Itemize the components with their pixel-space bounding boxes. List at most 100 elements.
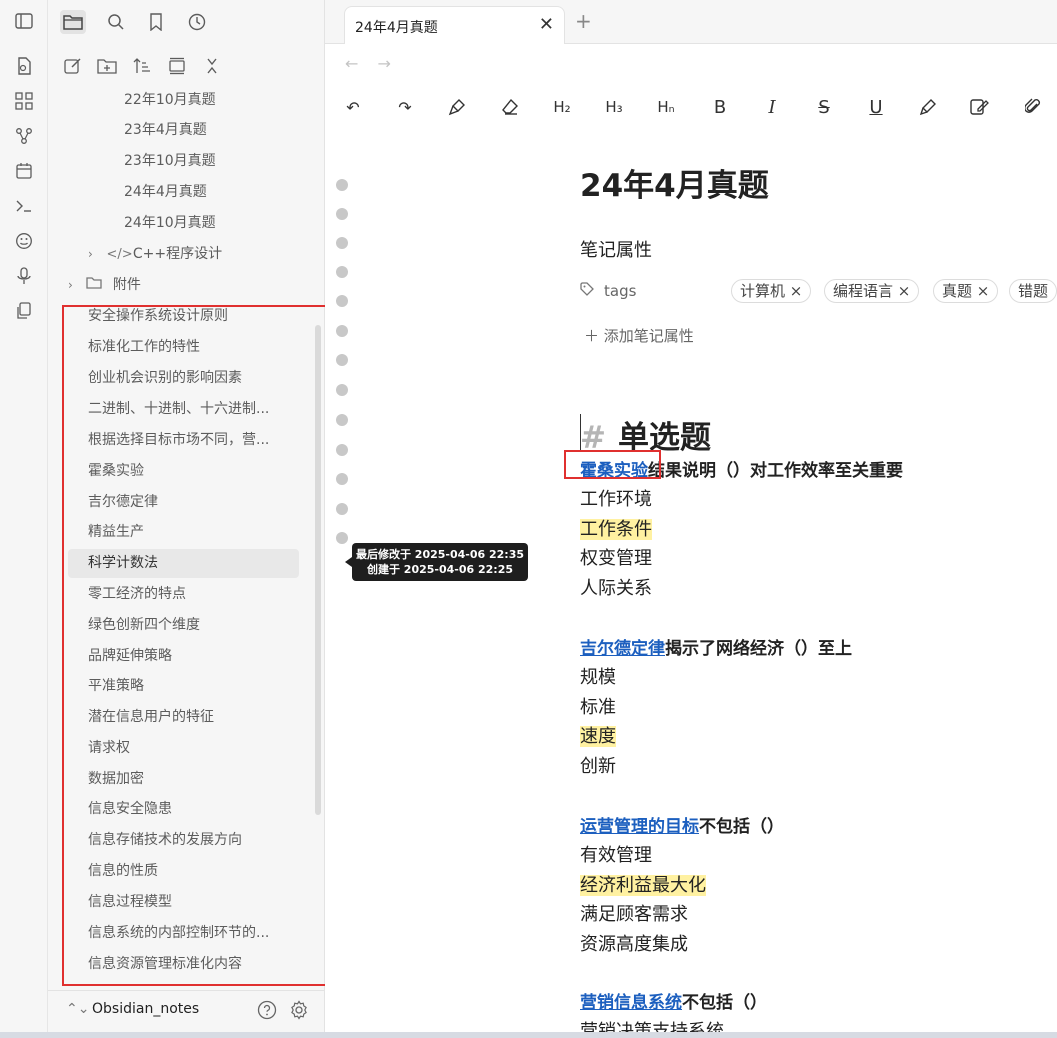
smiley-icon[interactable] — [12, 229, 36, 253]
answer-option[interactable]: 权变管理 — [580, 544, 652, 570]
answer-option[interactable]: 工作条件 — [580, 515, 652, 541]
file-list-item[interactable]: 信息系统的内部控制环节的... — [68, 919, 299, 948]
tree-item[interactable]: 24年10月真题 — [124, 210, 216, 236]
gutter-dot[interactable] — [336, 295, 348, 307]
gutter-dot[interactable] — [336, 325, 348, 337]
gutter-dot[interactable] — [336, 354, 348, 366]
gutter-dot[interactable] — [336, 503, 348, 515]
tag-pill[interactable]: 计算机 × — [731, 279, 812, 303]
file-list-item[interactable]: 精益生产 — [68, 518, 299, 547]
new-note-icon[interactable] — [61, 54, 85, 78]
vault-name[interactable]: Obsidian_notes — [92, 1001, 199, 1017]
canvas-icon[interactable] — [12, 89, 36, 113]
internal-link[interactable]: 运营管理的目标 — [580, 817, 699, 837]
gutter-dot[interactable] — [336, 532, 348, 544]
tag-pill[interactable]: 错题 — [1009, 279, 1057, 303]
graph-icon[interactable] — [12, 124, 36, 148]
file-list-item[interactable]: 信息的性质 — [68, 857, 299, 886]
file-list-item[interactable]: 标准化工作的特性 — [68, 333, 299, 362]
sidebar-toggle-icon[interactable] — [12, 9, 36, 33]
file-list-item[interactable]: 请求权 — [68, 734, 299, 763]
tree-item[interactable]: 24年4月真题 — [124, 179, 207, 205]
file-list-item[interactable]: 吉尔德定律 — [68, 488, 299, 517]
gutter-dot[interactable] — [336, 473, 348, 485]
file-list-item[interactable]: 信息存储技术的发展方向 — [68, 826, 299, 855]
file-list-item[interactable]: 二进制、十进制、十六进制... — [68, 395, 299, 424]
sort-icon[interactable] — [130, 54, 154, 78]
file-list-item[interactable]: 科学计数法 — [68, 549, 299, 578]
back-arrow-icon[interactable]: ← — [345, 54, 358, 73]
internal-link[interactable]: 吉尔德定律 — [580, 639, 665, 659]
copy-icon[interactable] — [12, 299, 36, 323]
file-list-item[interactable]: 绿色创新四个维度 — [68, 611, 299, 640]
file-list-item[interactable]: 信息过程模型 — [68, 888, 299, 917]
bookmark-icon[interactable] — [143, 10, 169, 34]
file-list-item[interactable]: 霍桑实验 — [68, 457, 299, 486]
gutter-dot[interactable] — [336, 179, 348, 191]
heading-single-choice[interactable]: # 单选题 — [580, 412, 711, 457]
answer-option[interactable]: 满足顾客需求 — [580, 900, 688, 926]
answer-option[interactable]: 速度 — [580, 722, 616, 748]
tab-close-icon[interactable]: ✕ — [539, 14, 554, 35]
file-list-item[interactable]: 安全操作系统设计原则 — [68, 302, 299, 331]
calendar-icon[interactable] — [12, 159, 36, 183]
forward-arrow-icon[interactable]: → — [378, 54, 391, 73]
heading-2-button[interactable]: H₂ — [548, 94, 576, 120]
page-title[interactable]: 24年4月真题 — [580, 160, 769, 205]
answer-option[interactable]: 有效管理 — [580, 841, 652, 867]
file-list-item[interactable]: 信息资源管理标准化内容 — [68, 950, 299, 979]
terminal-icon[interactable] — [12, 194, 36, 218]
answer-option[interactable]: 资源高度集成 — [580, 930, 688, 956]
add-property-button[interactable]: ＋ 添加笔记属性 — [584, 325, 694, 346]
gutter-dot[interactable] — [336, 208, 348, 220]
answer-option[interactable]: 标准 — [580, 693, 616, 719]
undo-button[interactable]: ↶ — [339, 94, 367, 120]
answer-option[interactable]: 规模 — [580, 663, 616, 689]
format-painter-icon[interactable] — [443, 94, 471, 120]
vault-switcher: ⌃⌄ Obsidian_notes — [48, 990, 325, 1030]
microphone-icon[interactable] — [12, 264, 36, 288]
file-list-item[interactable]: 信息安全隐患 — [68, 795, 299, 824]
gutter-dot[interactable] — [336, 414, 348, 426]
new-note-icon[interactable] — [12, 54, 36, 78]
gutter-dot[interactable] — [336, 237, 348, 249]
file-list-item[interactable]: 数据加密 — [68, 765, 299, 794]
vault-switch-icon[interactable]: ⌃⌄ — [66, 1001, 89, 1017]
eraser-icon[interactable] — [496, 94, 524, 120]
answer-option[interactable]: 人际关系 — [580, 574, 652, 600]
answer-option[interactable]: 工作环境 — [580, 485, 652, 511]
redo-button[interactable]: ↷ — [391, 94, 419, 120]
file-list-item[interactable]: 零工经济的特点 — [68, 580, 299, 609]
file-list-item[interactable]: 平准策略 — [68, 672, 299, 701]
tree-folder-cpp[interactable]: › </> C++程序设计 — [88, 241, 222, 267]
search-icon[interactable] — [103, 10, 129, 34]
tree-item[interactable]: 23年10月真题 — [124, 148, 216, 174]
close-icon[interactable] — [200, 54, 224, 78]
internal-link[interactable]: 霍桑实验 — [580, 461, 648, 481]
tag-pill[interactable]: 编程语言 × — [824, 279, 920, 303]
sidebar-scrollbar[interactable] — [315, 325, 321, 815]
internal-link[interactable]: 营销信息系统 — [580, 993, 682, 1013]
help-icon[interactable] — [256, 999, 278, 1021]
tree-item[interactable]: 22年10月真题 — [124, 87, 216, 113]
gutter-dot[interactable] — [336, 384, 348, 396]
settings-gear-icon[interactable] — [288, 999, 310, 1021]
tree-folder-attachments[interactable]: › 附件 — [68, 272, 141, 298]
tree-item[interactable]: 23年4月真题 — [124, 117, 207, 143]
gutter-dot[interactable] — [336, 266, 348, 278]
clock-icon[interactable] — [184, 10, 210, 34]
answer-option[interactable]: 经济利益最大化 — [580, 871, 706, 897]
answer-text: 有效管理 — [580, 845, 652, 866]
property-key[interactable]: tags — [580, 282, 636, 300]
file-list-item[interactable]: 创业机会识别的影响因素 — [68, 364, 299, 393]
file-list-item[interactable]: 根据选择目标市场不同，营... — [68, 426, 299, 455]
tag-pill[interactable]: 真题 × — [933, 279, 999, 303]
file-list-item[interactable]: 品牌延伸策略 — [68, 642, 299, 671]
gutter-dot[interactable] — [336, 444, 348, 456]
file-list-item[interactable]: 潜在信息用户的特征 — [68, 703, 299, 732]
new-folder-icon[interactable] — [95, 54, 119, 78]
answer-option[interactable]: 创新 — [580, 752, 616, 778]
collapse-icon[interactable] — [165, 54, 189, 78]
tab-active-note[interactable]: 24年4月真题 ✕ — [344, 6, 565, 44]
folder-icon[interactable] — [60, 10, 86, 34]
